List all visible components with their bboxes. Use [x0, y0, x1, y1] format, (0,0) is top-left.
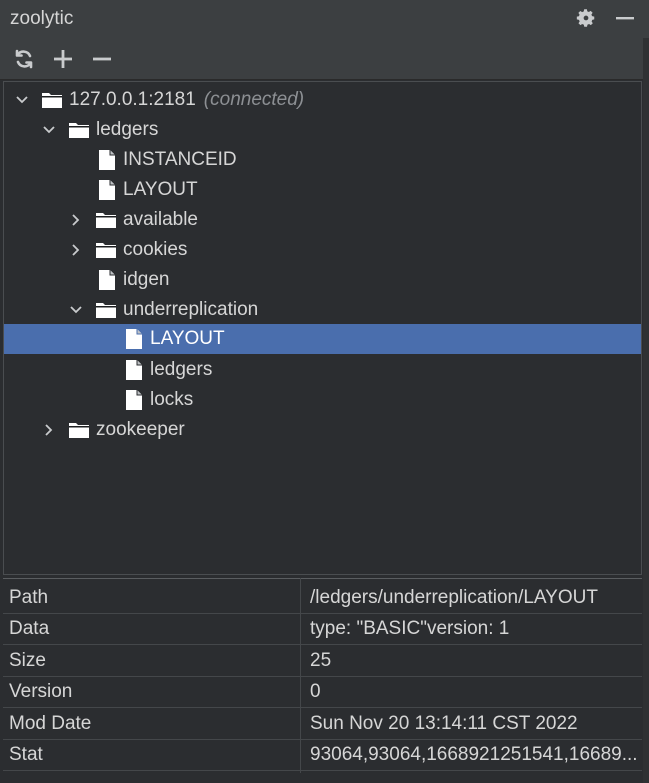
tree-root[interactable]: 127.0.0.1:2181 (connected) — [4, 85, 641, 115]
file-icon — [123, 389, 145, 411]
tree-node-label: LAYOUT — [123, 179, 198, 200]
folder-icon — [68, 119, 90, 141]
folder-icon — [95, 239, 117, 261]
toolbar — [0, 38, 649, 80]
file-icon — [123, 328, 145, 350]
table-row[interactable]: Size 25 — [3, 645, 642, 677]
folder-icon — [95, 209, 117, 231]
table-row[interactable]: Data type: "BASIC"version: 1 — [3, 613, 642, 645]
tree-node-label: INSTANCEID — [123, 149, 237, 170]
chevron-down-icon[interactable] — [69, 303, 83, 317]
minimize-icon[interactable] — [615, 7, 635, 34]
tree-root-label: 127.0.0.1:2181 — [69, 89, 196, 110]
tree-node-label: ledgers — [96, 119, 159, 140]
tree-node-label: idgen — [123, 269, 170, 290]
chevron-right-icon[interactable] — [42, 423, 56, 437]
tree-node[interactable]: underreplication — [4, 295, 641, 325]
connection-status: (connected) — [203, 89, 305, 110]
tree-node-label: ledgers — [150, 359, 213, 380]
properties-table: Path /ledgers/underreplication/LAYOUT Da… — [3, 578, 642, 774]
property-key: Mod Date — [9, 713, 92, 734]
tree-node[interactable]: zookeeper — [4, 415, 641, 445]
property-value[interactable]: type: "BASIC"version: 1 — [310, 618, 638, 640]
tree-node[interactable]: cookies — [4, 235, 641, 265]
file-icon — [96, 269, 118, 291]
tree-node-label: available — [123, 209, 198, 230]
window-title: zoolytic — [10, 8, 74, 29]
tree-leaf[interactable]: INSTANCEID — [4, 145, 641, 175]
table-row[interactable]: Path /ledgers/underreplication/LAYOUT — [3, 582, 642, 614]
file-icon — [96, 179, 118, 201]
folder-icon — [41, 89, 63, 111]
tree-leaf-selected[interactable]: LAYOUT — [4, 324, 641, 354]
tree-node-label: zookeeper — [96, 419, 185, 440]
property-value[interactable]: 0 — [310, 681, 638, 703]
folder-icon — [68, 419, 90, 441]
property-key: Data — [9, 618, 50, 639]
tree-leaf[interactable]: ledgers — [4, 355, 641, 385]
property-key: Version — [9, 681, 73, 702]
table-row[interactable]: Stat 93064,93064,1668921251541,16689... — [3, 739, 642, 771]
tree-leaf[interactable]: LAYOUT — [4, 175, 641, 205]
property-value[interactable]: 25 — [310, 650, 638, 672]
tree-node-label: underreplication — [123, 299, 259, 320]
tree-node[interactable]: available — [4, 205, 641, 235]
table-row[interactable]: Mod Date Sun Nov 20 13:14:11 CST 2022 — [3, 708, 642, 740]
column-divider[interactable] — [300, 578, 301, 773]
file-icon — [96, 149, 118, 171]
folder-icon — [95, 299, 117, 321]
chevron-down-icon[interactable] — [42, 123, 56, 137]
property-value[interactable]: 93064,93064,1668921251541,16689... — [310, 744, 638, 766]
tree-panel: 127.0.0.1:2181 (connected) ledgers INSTAN… — [3, 81, 642, 575]
tree-node-label: locks — [150, 389, 194, 410]
tree-node-label: LAYOUT — [150, 328, 225, 349]
refresh-icon[interactable] — [13, 48, 35, 70]
property-key: Path — [9, 587, 49, 608]
scrollbar[interactable] — [643, 38, 649, 783]
chevron-right-icon[interactable] — [69, 243, 83, 257]
property-key: Size — [9, 650, 46, 671]
file-icon — [123, 359, 145, 381]
minus-icon[interactable] — [91, 48, 113, 70]
chevron-down-icon[interactable] — [15, 93, 29, 107]
property-value[interactable]: Sun Nov 20 13:14:11 CST 2022 — [310, 713, 638, 735]
title-bar: zoolytic — [0, 0, 649, 38]
property-value[interactable]: /ledgers/underreplication/LAYOUT — [310, 587, 638, 609]
chevron-right-icon[interactable] — [69, 213, 83, 227]
tree-leaf[interactable]: idgen — [4, 265, 641, 295]
property-key: Stat — [9, 744, 43, 765]
table-row[interactable]: Version 0 — [3, 676, 642, 708]
tree-leaf[interactable]: locks — [4, 385, 641, 415]
gear-icon[interactable] — [575, 7, 597, 34]
plus-icon[interactable] — [52, 48, 74, 70]
tree-node[interactable]: ledgers — [4, 115, 641, 145]
tree-node-label: cookies — [123, 239, 188, 260]
